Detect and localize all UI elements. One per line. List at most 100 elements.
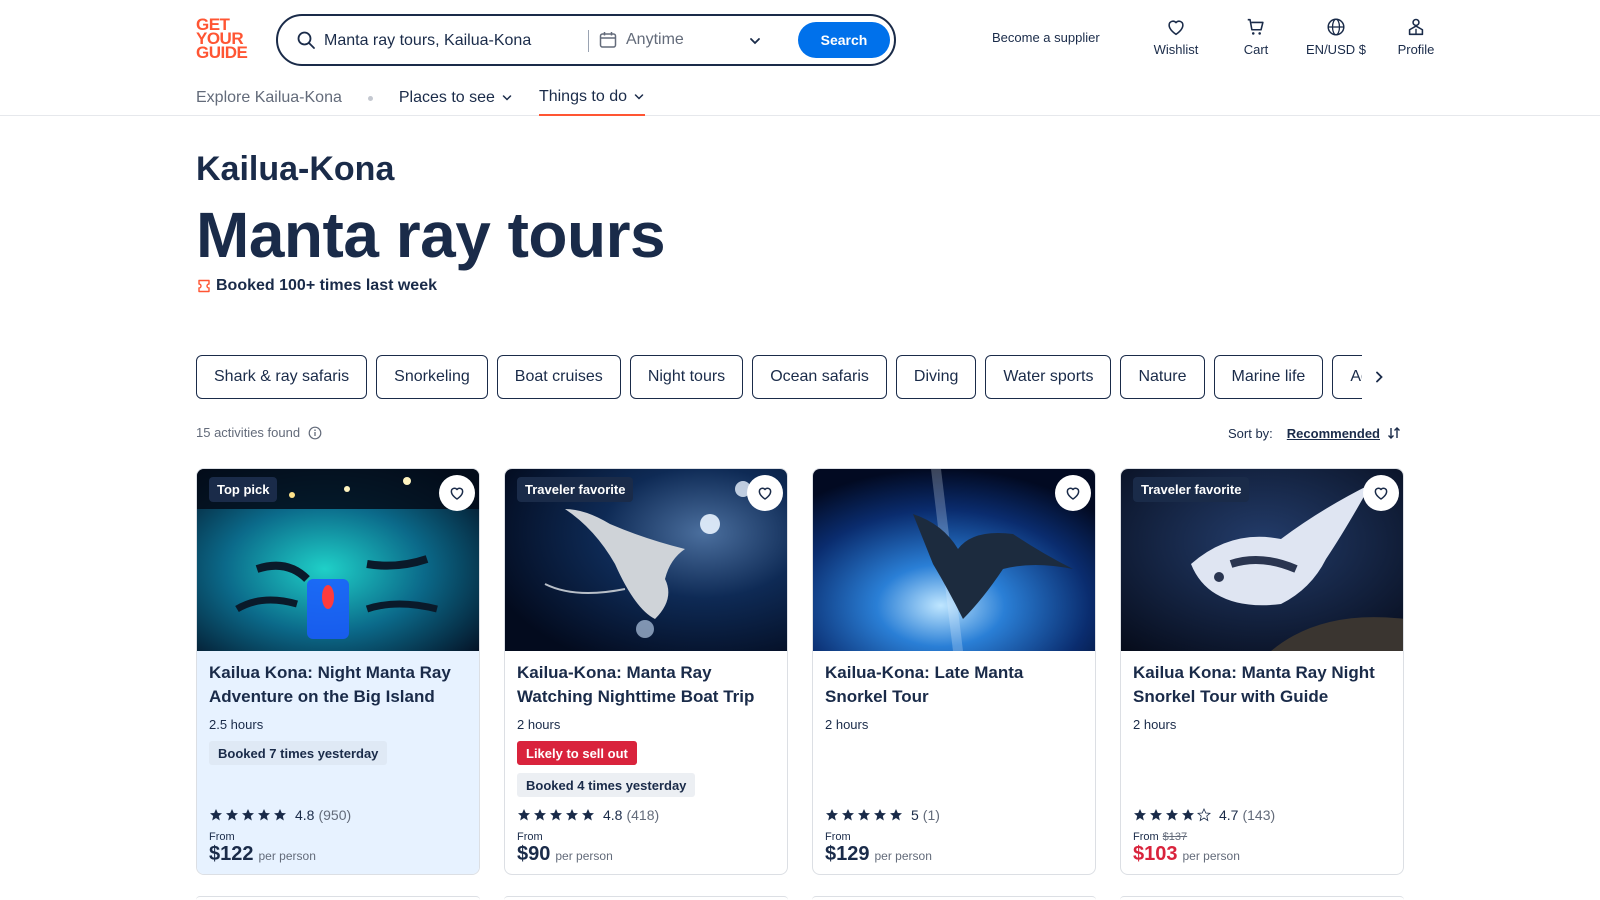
wishlist-button[interactable]	[1055, 475, 1091, 511]
cart-icon	[1247, 18, 1264, 35]
review-count: (1)	[922, 807, 940, 823]
activity-card[interactable]: Traveler favorite Kailua Kona: Manta Ray…	[1120, 468, 1404, 875]
price: $129 per person	[825, 843, 932, 866]
search-input[interactable]	[324, 28, 554, 54]
chip-water-sports[interactable]: Water sports	[985, 355, 1112, 399]
price-amount: $129	[825, 843, 870, 865]
manta-ray-photo	[813, 469, 1095, 651]
booked-count: Booked 100+ times last week	[196, 277, 437, 295]
globe-icon	[1327, 18, 1345, 36]
sort-dropdown[interactable]: Recommended	[1287, 426, 1380, 441]
language-currency-nav[interactable]: EN/USD $	[1296, 16, 1376, 57]
activity-image[interactable]: Traveler favorite	[505, 469, 787, 651]
rating: 4.8 (418)	[517, 807, 659, 823]
next-card-edge	[1120, 896, 1404, 900]
chip-night-tours[interactable]: Night tours	[629, 355, 744, 399]
become-supplier-link[interactable]: Become a supplier	[992, 30, 1100, 45]
chevron-down-icon	[502, 95, 512, 101]
booking-tag: Booked 4 times yesterday	[517, 773, 696, 797]
subnav-separator	[367, 95, 373, 101]
chip-marine-life[interactable]: Marine life	[1213, 355, 1324, 399]
activity-image[interactable]	[813, 469, 1095, 651]
rating: 4.7 (143)	[1133, 807, 1275, 823]
search-bar: Anytime Search	[276, 14, 896, 66]
places-to-see-menu[interactable]: Places to see	[399, 88, 513, 116]
page-title: Manta ray tours	[196, 199, 666, 271]
getyourguide-logo[interactable]: GET YOUR GUIDE	[196, 16, 256, 64]
price-unit: per person	[555, 849, 613, 863]
heart-icon	[758, 487, 772, 500]
heart-icon	[1066, 487, 1080, 500]
price: $90 per person	[517, 843, 613, 866]
card-badge: Traveler favorite	[1133, 477, 1250, 502]
activity-title[interactable]: Kailua Kona: Manta Ray Night Snorkel Tou…	[1133, 661, 1395, 709]
wishlist-button[interactable]	[747, 475, 783, 511]
rating: 5 (1)	[825, 807, 940, 823]
price-from-label: From	[517, 831, 543, 843]
activity-card[interactable]: Kailua-Kona: Late Manta Snorkel Tour 2 h…	[812, 468, 1096, 875]
star-rating-icon	[826, 809, 902, 821]
chip-nature[interactable]: Nature	[1120, 355, 1205, 399]
heart-icon	[450, 487, 464, 500]
chip-shark-ray-safaris[interactable]: Shark & ray safaris	[196, 355, 368, 399]
search-divider	[588, 30, 589, 52]
wishlist-button[interactable]	[439, 475, 475, 511]
price-amount: $122	[209, 843, 254, 865]
date-picker[interactable]: Anytime	[626, 31, 684, 49]
explore-city-link[interactable]: Explore Kailua-Kona	[196, 88, 342, 116]
wishlist-button[interactable]	[1363, 475, 1399, 511]
price-amount: $90	[517, 843, 551, 865]
rating-value: 4.7	[1219, 807, 1239, 823]
star-rating-icon	[518, 809, 594, 821]
card-body: Kailua-Kona: Manta Ray Watching Nighttim…	[505, 651, 787, 874]
card-body: Kailua Kona: Manta Ray Night Snorkel Tou…	[1121, 651, 1403, 874]
activity-title[interactable]: Kailua-Kona: Manta Ray Watching Nighttim…	[517, 661, 779, 709]
next-card-edge	[196, 896, 480, 900]
original-price: $137	[1162, 831, 1188, 843]
price-from-label: From	[825, 831, 851, 843]
booking-tag: Booked 7 times yesterday	[209, 741, 388, 765]
activity-title[interactable]: Kailua-Kona: Late Manta Snorkel Tour	[825, 661, 1087, 709]
rating-value: 4.8	[295, 807, 315, 823]
chevron-right-icon	[1376, 371, 1383, 383]
chips-scroll-right-button[interactable]	[1362, 355, 1396, 399]
search-icon	[297, 31, 315, 49]
results-count: 15 activities found	[196, 425, 322, 440]
chevron-down-icon[interactable]	[748, 34, 762, 48]
chip-snorkeling[interactable]: Snorkeling	[376, 355, 488, 399]
info-icon[interactable]	[308, 426, 322, 440]
sort-control: Sort by: Recommended	[1228, 425, 1402, 441]
search-button[interactable]: Search	[798, 22, 890, 58]
price: $103 per person	[1133, 843, 1240, 866]
activity-image[interactable]: Traveler favorite	[1121, 469, 1403, 651]
city-title: Kailua-Kona	[196, 150, 395, 188]
category-chips: Shark & ray safaris Snorkeling Boat crui…	[196, 355, 1386, 399]
chevron-down-icon	[634, 94, 644, 100]
sort-order-icon[interactable]	[1386, 425, 1402, 441]
price-from-label: From $137	[1133, 831, 1188, 843]
chip-boat-cruises[interactable]: Boat cruises	[496, 355, 621, 399]
next-card-edge	[812, 896, 1096, 900]
profile-nav[interactable]: Profile	[1376, 16, 1456, 57]
rating-value: 5	[911, 807, 919, 823]
activity-duration: 2 hours	[1133, 717, 1177, 732]
activity-card[interactable]: Traveler favorite Kailua-Kona: Manta Ray…	[504, 468, 788, 875]
chip-diving[interactable]: Diving	[895, 355, 977, 399]
card-badge: Top pick	[209, 477, 278, 502]
activity-duration: 2.5 hours	[209, 717, 264, 732]
activity-image[interactable]: Top pick	[197, 469, 479, 651]
price-unit: per person	[1182, 849, 1240, 863]
heart-icon	[1374, 487, 1388, 500]
card-badge: Traveler favorite	[517, 477, 634, 502]
activity-card[interactable]: Top pick Kailua Kona: Night Manta Ray Ad…	[196, 468, 480, 875]
review-count: (418)	[626, 807, 660, 823]
activity-title[interactable]: Kailua Kona: Night Manta Ray Adventure o…	[209, 661, 471, 709]
price-from-label: From	[209, 831, 235, 843]
things-to-do-menu[interactable]: Things to do	[538, 88, 645, 116]
chip-ocean-safaris[interactable]: Ocean safaris	[752, 355, 887, 399]
price-amount: $103	[1133, 843, 1178, 865]
wishlist-nav[interactable]: Wishlist	[1136, 16, 1216, 57]
star-rating-icon	[1134, 808, 1212, 822]
heart-icon	[1168, 20, 1184, 36]
cart-nav[interactable]: Cart	[1216, 16, 1296, 57]
